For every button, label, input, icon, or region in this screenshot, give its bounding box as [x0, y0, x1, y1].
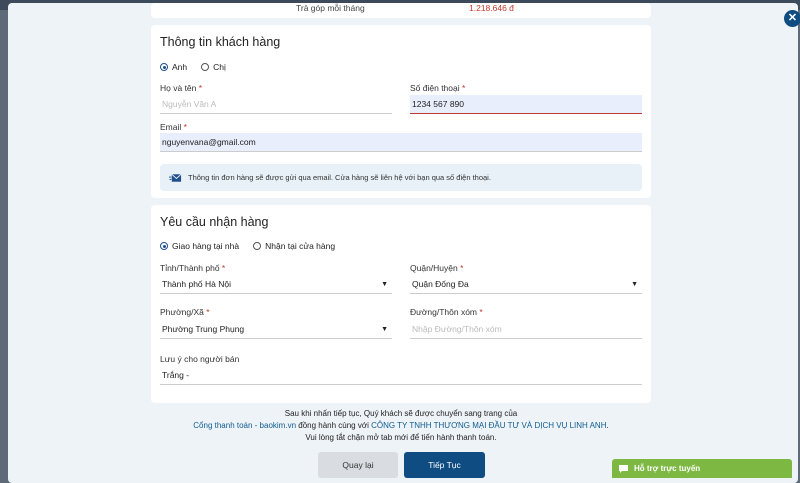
seller-note-label: Lưu ý cho người bán: [160, 354, 240, 364]
back-button[interactable]: Quay lại: [318, 452, 398, 478]
district-field: Quận/Huyện * Quận Đống Đa ▼: [410, 263, 642, 296]
street-input[interactable]: Nhập Đường/Thôn xóm: [410, 320, 642, 339]
email-label: Email *: [160, 122, 187, 132]
district-select[interactable]: Quận Đống Đa ▼: [410, 275, 642, 294]
chat-bubble-icon: [619, 464, 628, 473]
redirect-notice: Sau khi nhấn tiếp tục, Quý khách sẽ được…: [151, 408, 651, 444]
province-select-value: Thành phố Hà Nội: [162, 279, 231, 289]
caret-down-icon: ▼: [381, 281, 388, 288]
gender-radio-anh-label: Anh: [172, 62, 188, 72]
name-input[interactable]: Nguyễn Văn A: [160, 95, 392, 114]
phone-input[interactable]: 1234 567 890: [410, 95, 642, 114]
radio-unchecked-icon: [201, 63, 210, 71]
company-link[interactable]: CÔNG TY TNHH THƯƠNG MẠI ĐẦU TƯ VÀ DỊCH V…: [371, 421, 606, 430]
ward-label: Phường/Xã *: [160, 307, 210, 317]
district-label: Quận/Huyện *: [410, 263, 464, 273]
delivery-radio-home[interactable]: Giao hàng tại nhà: [160, 241, 239, 251]
customer-info-title: Thông tin khách hàng: [160, 35, 281, 49]
ward-select-value: Phường Trung Phụng: [162, 324, 245, 334]
gender-radio-anh[interactable]: Anh: [160, 62, 187, 72]
district-select-value: Quận Đống Đa: [412, 279, 469, 289]
province-field: Tỉnh/Thành phố * Thành phố Hà Nội ▼: [160, 263, 392, 296]
radio-checked-icon: [160, 242, 168, 250]
delivery-card: Yêu cầu nhận hàng Giao hàng tại nhà Nhận…: [151, 205, 651, 403]
ward-field: Phường/Xã * Phường Trung Phụng ▼: [160, 307, 392, 340]
online-support-button[interactable]: Hỗ trợ trực tuyến: [612, 459, 792, 478]
delivery-radio-store[interactable]: Nhận tại cửa hàng: [253, 241, 335, 251]
caret-down-icon: ▼: [381, 326, 388, 333]
redirect-notice-line3: Vui lòng tắt chặn mở tab mới để tiến hàn…: [305, 433, 497, 442]
radio-checked-icon: [160, 63, 168, 71]
installment-label: Trả góp mỗi tháng: [296, 3, 365, 13]
phone-field: Số điện thoại * 1234 567 890: [410, 83, 642, 115]
name-field: Họ và tên * Nguyễn Văn A: [160, 83, 392, 115]
province-select[interactable]: Thành phố Hà Nội ▼: [160, 275, 392, 294]
street-field: Đường/Thôn xóm * Nhập Đường/Thôn xóm: [410, 307, 642, 340]
installment-card: Trả góp mỗi tháng 1.218.646 đ: [151, 3, 651, 18]
email-field: Email * nguyenvana@gmail.com: [160, 122, 642, 154]
continue-button[interactable]: Tiếp Tục: [404, 452, 485, 478]
installment-value: 1.218.646 đ: [469, 3, 514, 13]
province-label: Tỉnh/Thành phố *: [160, 263, 226, 273]
name-label: Họ và tên *: [160, 83, 203, 93]
online-support-label: Hỗ trợ trực tuyến: [634, 464, 701, 473]
redirect-notice-line2: Cổng thanh toán - baokim.vn đồng hành cù…: [151, 420, 651, 432]
email-notice: Thông tin đơn hàng sẽ được gửi qua email…: [160, 164, 642, 191]
delivery-title: Yêu cầu nhận hàng: [160, 215, 269, 229]
redirect-notice-line1: Sau khi nhấn tiếp tục, Quý khách sẽ được…: [284, 409, 518, 418]
delivery-method-radio-group: Giao hàng tại nhà Nhận tại cửa hàng: [160, 241, 335, 251]
seller-note-field: Lưu ý cho người bán Trắng -: [160, 354, 642, 386]
street-label: Đường/Thôn xóm *: [410, 307, 483, 317]
ward-select[interactable]: Phường Trung Phụng ▼: [160, 320, 392, 339]
delivery-radio-home-label: Giao hàng tại nhà: [172, 241, 240, 251]
payment-gateway-link[interactable]: Cổng thanh toán - baokim.vn: [193, 421, 296, 430]
email-input[interactable]: nguyenvana@gmail.com: [160, 133, 642, 152]
mail-send-icon: [169, 173, 182, 182]
gender-radio-chi[interactable]: Chị: [201, 62, 226, 72]
delivery-radio-store-label: Nhận tại cửa hàng: [265, 241, 336, 251]
redirect-notice-middle: đồng hành cùng với: [296, 421, 372, 430]
email-notice-text: Thông tin đơn hàng sẽ được gửi qua email…: [188, 173, 491, 182]
gender-radio-group: Anh Chị: [160, 62, 226, 72]
caret-down-icon: ▼: [631, 281, 638, 288]
radio-unchecked-icon: [253, 242, 262, 250]
phone-label: Số điện thoại *: [410, 83, 466, 93]
redirect-notice-period: .: [606, 421, 609, 430]
seller-note-input[interactable]: Trắng -: [160, 366, 642, 385]
close-icon[interactable]: ✕: [784, 10, 800, 27]
customer-info-card: Thông tin khách hàng Anh Chị Họ và tên *…: [151, 25, 651, 198]
gender-radio-chi-label: Chị: [213, 62, 226, 72]
